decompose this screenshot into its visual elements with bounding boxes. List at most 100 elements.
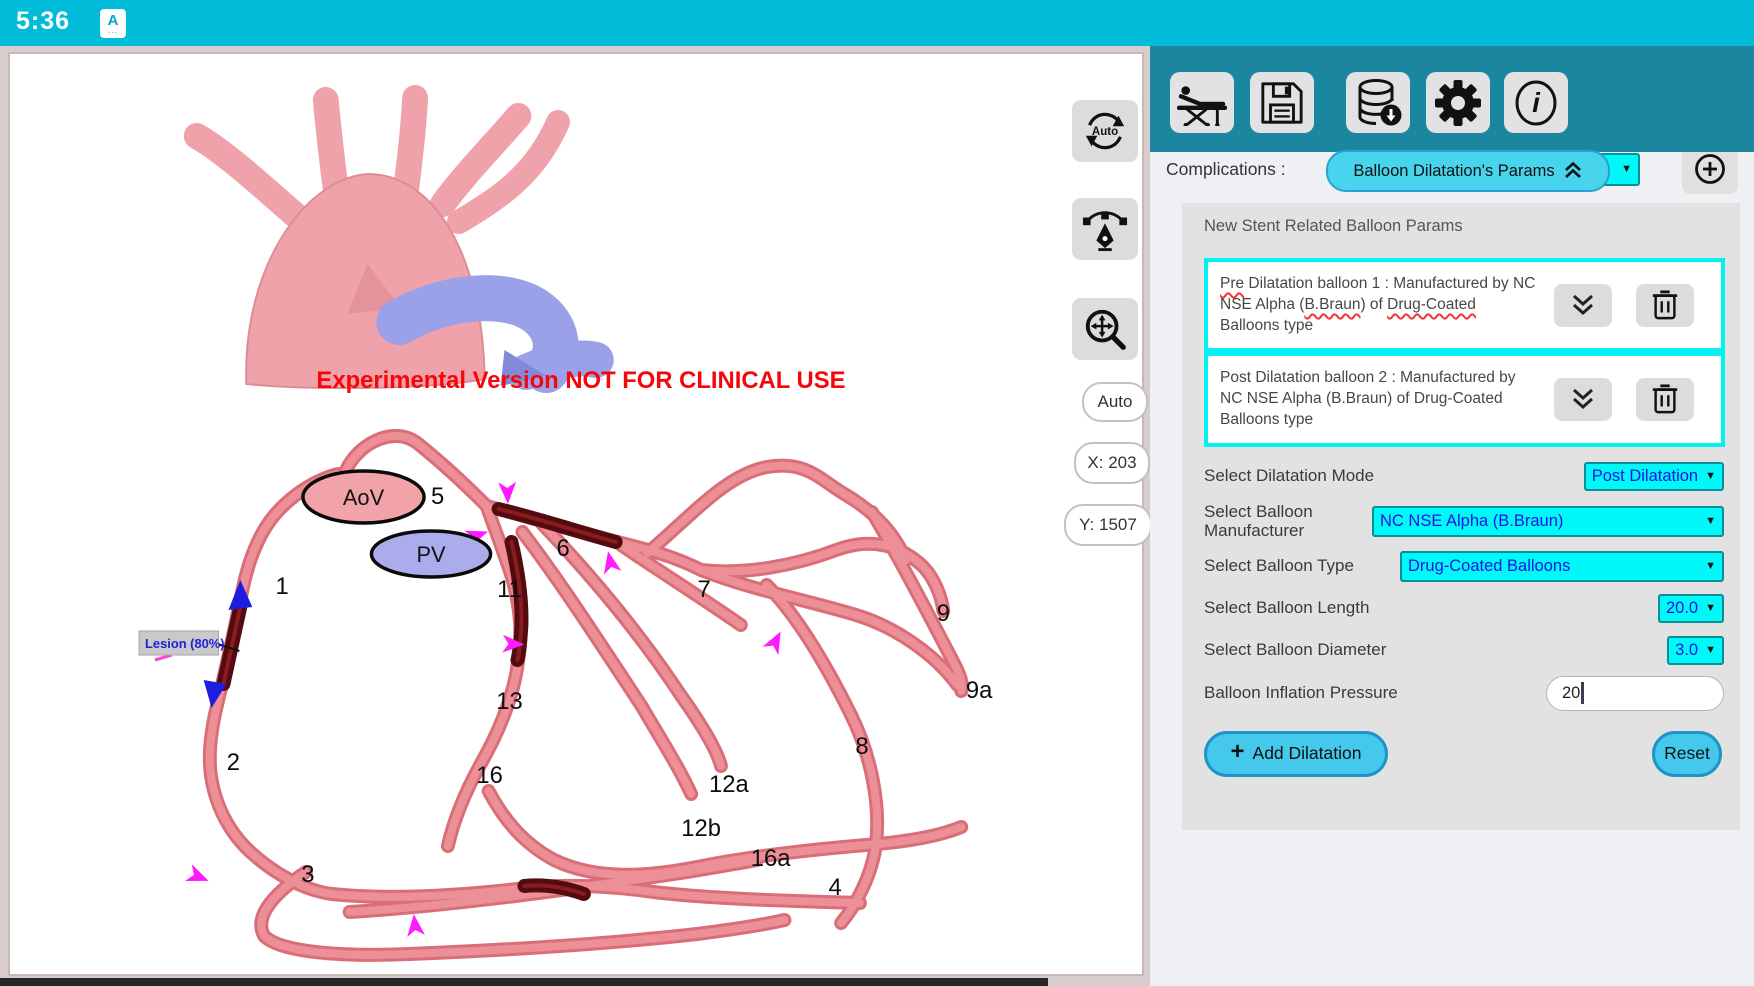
clock: 5:36 xyxy=(16,7,70,36)
circled-plus-icon xyxy=(1693,152,1727,186)
expand-balloon-button[interactable] xyxy=(1554,378,1612,421)
manufacturer-label: Select Balloon Manufacturer xyxy=(1204,502,1354,541)
segment-label-6: 6 xyxy=(556,535,569,562)
pv-node[interactable]: PV xyxy=(371,531,490,577)
patient-button[interactable] xyxy=(1170,72,1234,133)
segment-label-9: 9 xyxy=(937,600,950,627)
chevron-down-icon: ▼ xyxy=(1705,560,1716,572)
save-icon xyxy=(1259,80,1305,126)
balloon-card: Post Dilatation balloon 2 : Manufactured… xyxy=(1204,352,1725,446)
delete-balloon-button[interactable] xyxy=(1636,378,1694,421)
svg-text:Auto: Auto xyxy=(1092,126,1118,138)
text-cursor xyxy=(1581,682,1584,704)
balloon-type-row: Select Balloon Type Drug-Coated Balloons… xyxy=(1204,550,1724,583)
params-header-toggle[interactable]: Balloon Dilatation's Params xyxy=(1326,150,1610,192)
edit-vessel-button[interactable] xyxy=(1072,198,1138,260)
balloon-length-select[interactable]: 20.0 ▼ xyxy=(1658,594,1724,623)
segment-label-13: 13 xyxy=(496,688,522,715)
balloon-cards: Pre Dilatation balloon 1 : Manufactured … xyxy=(1204,258,1725,447)
trash-icon xyxy=(1650,289,1680,321)
plus-icon: + xyxy=(1231,738,1245,766)
auto-refresh-button[interactable]: Auto xyxy=(1072,100,1138,162)
dilatation-mode-label: Select Dilatation Mode xyxy=(1204,466,1374,486)
chevron-down-icon: ▼ xyxy=(1705,470,1716,482)
status-bar: 5:36 A ... xyxy=(0,0,1754,46)
segment-label-4: 4 xyxy=(829,874,842,901)
y-coordinate-pill: Y: 1507 xyxy=(1064,504,1152,546)
segment-label-11: 11 xyxy=(497,576,522,603)
lesion-label: Lesion (80%) xyxy=(145,636,225,651)
pen-tool-icon xyxy=(1082,206,1128,252)
aorta-3d-model xyxy=(197,98,596,388)
balloon-type-select[interactable]: Drug-Coated Balloons ▼ xyxy=(1400,551,1724,582)
balloon-card-description: Post Dilatation balloon 2 : Manufactured… xyxy=(1220,368,1538,430)
params-buttons-row: + Add Dilatation Reset xyxy=(1204,731,1724,777)
params-header-label: Balloon Dilatation's Params xyxy=(1353,162,1554,181)
auto-refresh-icon: Auto xyxy=(1082,108,1128,154)
segment-label-16a: 16a xyxy=(751,845,791,872)
auto-mode-pill[interactable]: Auto xyxy=(1082,382,1148,422)
balloon-length-row: Select Balloon Length 20.0 ▼ xyxy=(1204,592,1724,625)
chevron-double-down-icon xyxy=(1570,387,1596,411)
dilatation-mode-select[interactable]: Post Dilatation ▼ xyxy=(1584,462,1724,491)
segment-label-16: 16 xyxy=(476,762,502,789)
coronary-map-panel: Experimental Version NOT FOR CLINICAL US… xyxy=(8,52,1144,976)
info-icon: i xyxy=(1512,79,1560,127)
info-button[interactable]: i xyxy=(1504,72,1568,133)
chevron-down-icon: ▼ xyxy=(1705,515,1716,527)
inflation-pressure-row: Balloon Inflation Pressure 20 xyxy=(1204,676,1724,711)
app-status-icon: A ... xyxy=(100,9,126,38)
toolbar: i xyxy=(1150,46,1754,152)
expand-balloon-button[interactable] xyxy=(1554,284,1612,327)
controls-panel: i Balloon Dilatation's Params New Stent … xyxy=(1150,46,1754,986)
aov-label: AoV xyxy=(343,485,385,510)
aov-node[interactable]: AoV xyxy=(303,471,424,523)
svg-text:i: i xyxy=(1532,87,1541,118)
coronary-tree-canvas[interactable]: Experimental Version NOT FOR CLINICAL US… xyxy=(10,54,1142,974)
x-coordinate-pill: X: 203 xyxy=(1074,442,1150,484)
clinical-warning: Experimental Version NOT FOR CLINICAL US… xyxy=(316,367,845,394)
manufacturer-select[interactable]: NC NSE Alpha (B.Braun) ▼ xyxy=(1372,506,1724,537)
settings-button[interactable] xyxy=(1426,72,1490,133)
manufacturer-row: Select Balloon Manufacturer NC NSE Alpha… xyxy=(1204,502,1724,541)
chevron-double-down-icon xyxy=(1570,293,1596,317)
chevron-down-icon: ▼ xyxy=(1621,163,1632,175)
add-dilatation-button[interactable]: + Add Dilatation xyxy=(1204,731,1388,777)
segment-label-1: 1 xyxy=(275,573,288,600)
pv-label: PV xyxy=(416,542,446,567)
chevron-down-icon: ▼ xyxy=(1705,644,1716,656)
chevron-down-icon: ▼ xyxy=(1705,602,1716,614)
balloon-length-label: Select Balloon Length xyxy=(1204,598,1369,618)
dilatation-mode-row: Select Dilatation Mode Post Dilatation ▼ xyxy=(1204,460,1724,493)
patient-bed-icon xyxy=(1177,80,1227,126)
window-bottom-edge xyxy=(0,978,1048,986)
zoom-pan-button[interactable] xyxy=(1072,298,1138,360)
balloon-card-actions xyxy=(1554,284,1694,327)
segment-label-3: 3 xyxy=(301,861,314,888)
balloon-type-label: Select Balloon Type xyxy=(1204,556,1354,576)
balloon-card-actions xyxy=(1554,378,1694,421)
balloon-diameter-select[interactable]: 3.0 ▼ xyxy=(1667,636,1724,665)
balloon-diameter-label: Select Balloon Diameter xyxy=(1204,640,1386,660)
inflation-pressure-input[interactable]: 20 xyxy=(1546,676,1724,711)
delete-balloon-button[interactable] xyxy=(1636,284,1694,327)
zoom-pan-icon xyxy=(1082,306,1128,352)
inflation-pressure-label: Balloon Inflation Pressure xyxy=(1204,683,1398,703)
database-download-icon xyxy=(1354,79,1402,127)
gear-icon xyxy=(1434,79,1482,127)
balloon-card: Pre Dilatation balloon 1 : Manufactured … xyxy=(1204,258,1725,352)
section-label: New Stent Related Balloon Params xyxy=(1204,217,1724,236)
segment-label-5: 5 xyxy=(431,483,444,510)
segment-label-8: 8 xyxy=(855,733,868,760)
database-export-button[interactable] xyxy=(1346,72,1410,133)
segment-label-7: 7 xyxy=(697,576,710,603)
balloon-diameter-row: Select Balloon Diameter 3.0 ▼ xyxy=(1204,634,1724,667)
segment-label-2: 2 xyxy=(227,749,240,776)
segment-label-12a: 12a xyxy=(709,771,749,798)
balloon-params-section: New Stent Related Balloon Params Pre Dil… xyxy=(1182,203,1740,830)
save-button[interactable] xyxy=(1250,72,1314,133)
reset-button[interactable]: Reset xyxy=(1652,731,1722,777)
trash-icon xyxy=(1650,383,1680,415)
segment-label-9a: 9a xyxy=(966,677,993,704)
segment-label-12b: 12b xyxy=(681,815,721,842)
